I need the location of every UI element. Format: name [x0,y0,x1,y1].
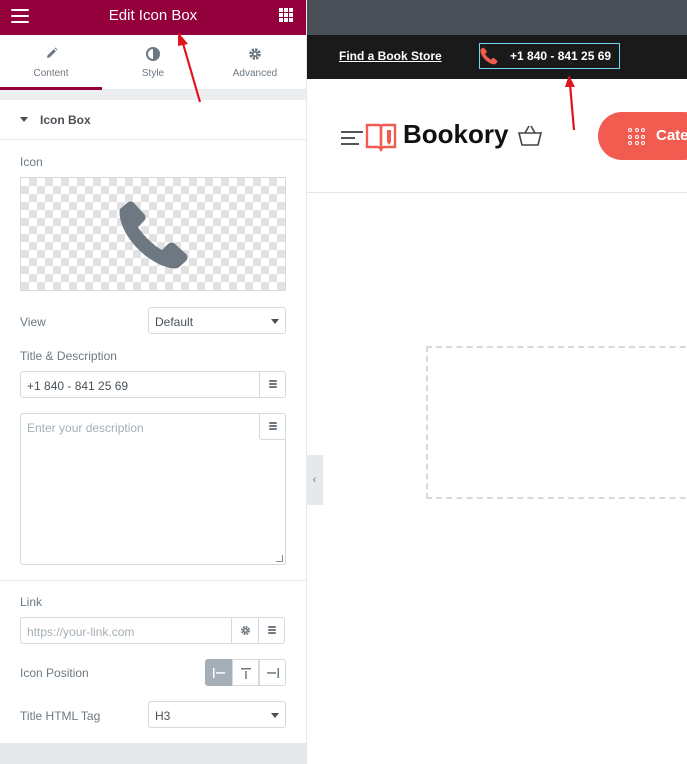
grid-dots-icon [628,128,645,145]
gear-icon [204,47,306,63]
section-title: Icon Box [40,113,91,127]
icon-label: Icon [20,155,43,169]
resize-handle-icon[interactable] [276,555,283,562]
gear-icon [240,625,250,636]
menu-icon[interactable] [341,131,363,145]
panel-footer [0,743,306,764]
link-options-button[interactable] [231,617,259,644]
panel-gap [0,90,306,100]
caret-down-icon [20,117,28,122]
position-left-button[interactable] [205,659,232,686]
empty-drop-area[interactable] [426,346,687,499]
icon-picker[interactable] [20,177,286,291]
pencil-icon [0,47,102,63]
title-dynamic-tags-button[interactable] [259,371,286,398]
site-topbar: Find a Book Store +1 840 - 841 25 69 [307,35,687,79]
title-input[interactable]: +1 840 - 841 25 69 [20,371,260,398]
panel-tabs: Content Style Advanced [0,35,306,90]
tab-content[interactable]: Content [0,35,102,90]
title-html-tag-label: Title HTML Tag [20,709,101,723]
icon-position-label: Icon Position [20,666,89,680]
basket-icon[interactable] [517,123,543,147]
site-logo[interactable]: Bookory [403,119,508,150]
panel-header: Edit Icon Box [0,0,306,35]
categories-button[interactable]: Cate [598,112,687,160]
collapse-panel-button[interactable]: ‹ [306,455,323,505]
panel-title: Edit Icon Box [108,7,198,24]
position-right-button[interactable] [259,659,286,686]
annotation-arrow-icon [565,75,576,131]
link-dynamic-tags-button[interactable] [258,617,285,644]
chevron-down-icon [271,319,279,324]
preview-top-bar [307,0,687,35]
link-label: Link [20,595,43,609]
phone-icon-box-widget[interactable]: +1 840 - 841 25 69 [479,43,620,69]
title-description-label: Title & Description [20,349,117,363]
view-select[interactable]: Default [148,307,286,334]
annotation-arrow-icon [178,32,202,103]
align-left-icon [212,668,225,678]
find-store-link[interactable]: Find a Book Store [339,49,442,63]
chevron-down-icon [271,713,279,718]
section-header-icon-box[interactable]: Icon Box [0,100,306,140]
database-icon [269,380,277,390]
editor-panel: Edit Icon Box Content Style Advanced Ico… [0,0,306,764]
database-icon [268,626,276,636]
divider [0,580,306,581]
phone-icon [480,47,498,65]
phone-number: +1 840 - 841 25 69 [510,49,612,63]
view-label: View [20,315,46,329]
position-top-button[interactable] [232,659,259,686]
book-logo-icon [365,123,397,152]
description-textarea[interactable]: Enter your description [20,413,286,565]
widgets-grid-icon[interactable] [279,8,293,22]
link-input[interactable]: https://your-link.com [20,617,232,644]
tab-advanced[interactable]: Advanced [204,35,306,90]
phone-icon [119,201,188,269]
title-html-tag-select[interactable]: H3 [148,701,286,728]
database-icon [269,422,277,432]
site-header: Bookory Cate [307,79,687,193]
align-top-icon [240,668,251,679]
align-right-icon [266,668,279,678]
chevron-left-icon: ‹ [312,474,317,486]
description-dynamic-tags-button[interactable] [259,413,286,440]
